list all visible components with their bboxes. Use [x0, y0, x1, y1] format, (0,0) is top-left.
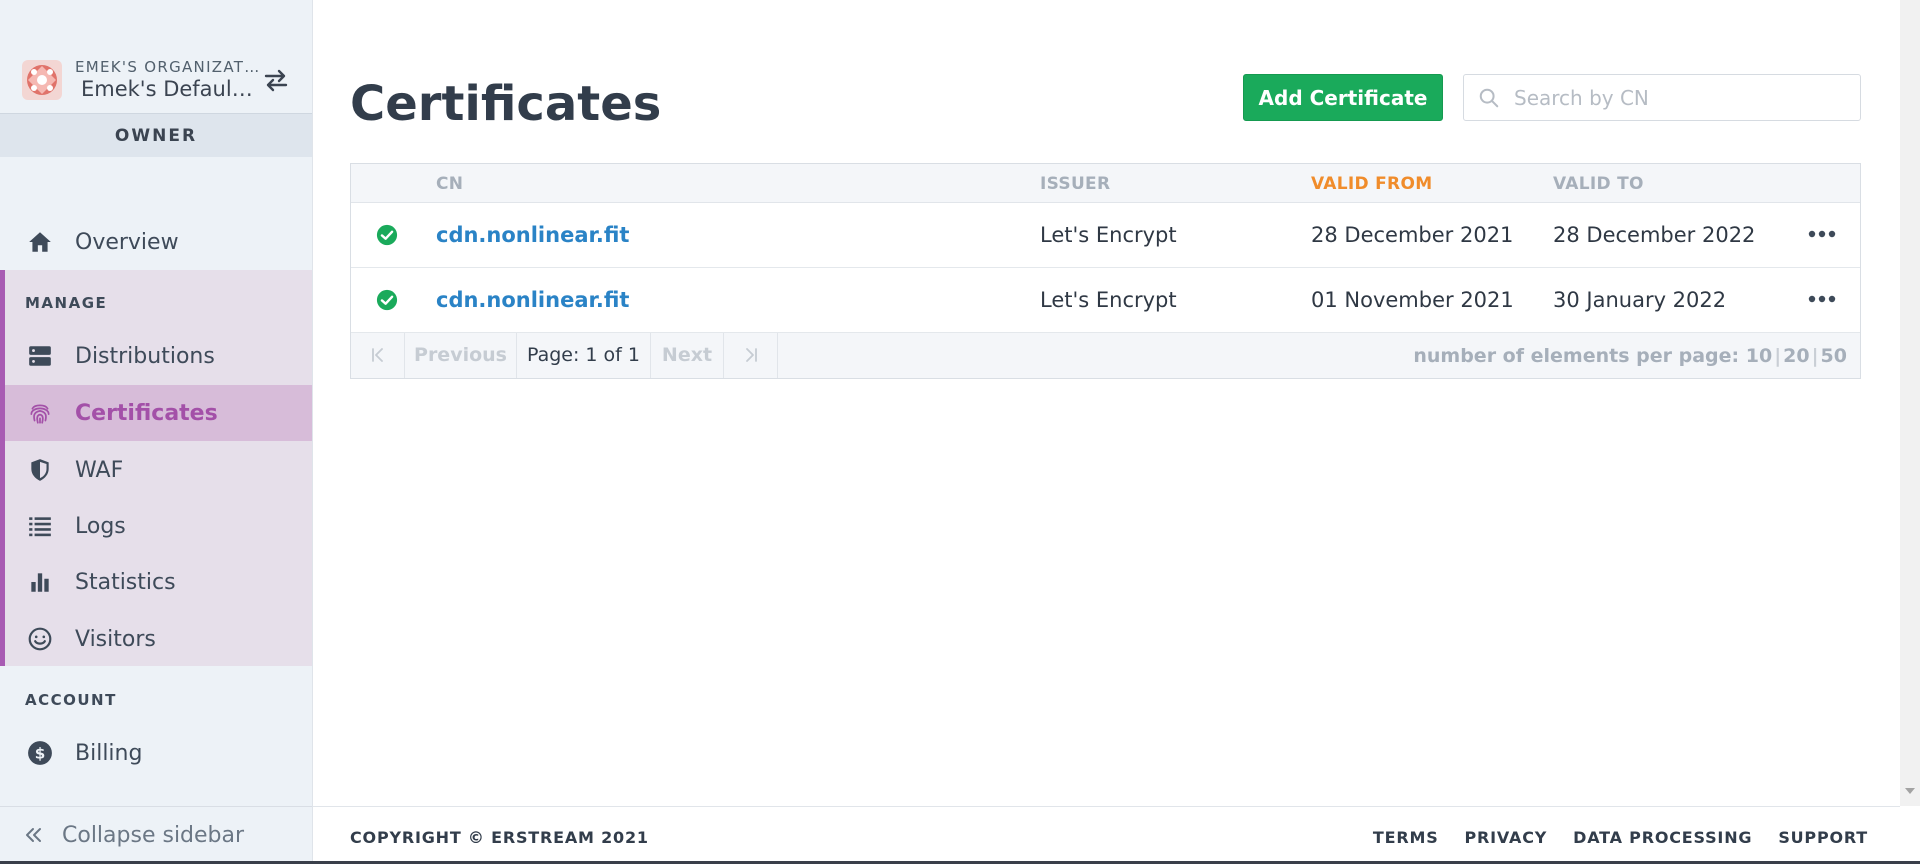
certificate-cn-link[interactable]: cdn.nonlinear.fit [436, 288, 629, 312]
org-logo-icon [22, 60, 62, 100]
certificates-table: CN ISSUER VALID FROM VALID TO cdn.nonlin… [350, 163, 1861, 379]
column-header-cn[interactable]: CN [436, 174, 463, 194]
per-page-option-20[interactable]: 20 [1783, 345, 1809, 367]
nav-certificates[interactable]: Certificates [5, 385, 312, 441]
collapse-sidebar-label: Collapse sidebar [62, 823, 245, 848]
manage-section-title: MANAGE [25, 294, 108, 312]
nav-overview[interactable]: Overview [0, 214, 312, 270]
footer-link-privacy[interactable]: PRIVACY [1465, 828, 1548, 847]
account-section-title: ACCOUNT [25, 691, 117, 709]
certificate-valid-to: 30 January 2022 [1553, 288, 1727, 312]
per-page-option-50[interactable]: 50 [1821, 345, 1847, 367]
certificate-cn-link[interactable]: cdn.nonlinear.fit [436, 223, 629, 247]
last-page-button[interactable] [724, 333, 778, 378]
sidebar: EMEK'S ORGANIZATION Emek's Default Proje… [0, 0, 313, 864]
next-page-button[interactable]: Next [651, 333, 724, 378]
collapse-sidebar-button[interactable]: Collapse sidebar [0, 806, 312, 864]
double-chevron-left-icon [26, 828, 41, 842]
footer-link-data-processing[interactable]: DATA PROCESSING [1573, 828, 1752, 847]
search-input[interactable] [1514, 75, 1854, 120]
last-page-icon [745, 348, 757, 362]
server-icon [26, 342, 54, 370]
footer: COPYRIGHT © ERSTREAM 2021 TERMS PRIVACY … [313, 806, 1900, 864]
fingerprint-icon [26, 399, 54, 427]
project-name: Emek's Default Project [81, 77, 259, 101]
nav-logs[interactable]: Logs [0, 498, 312, 554]
swap-arrows-icon[interactable] [262, 68, 290, 92]
home-icon [26, 228, 54, 256]
per-page-label: number of elements per page: [1413, 345, 1740, 367]
more-options-icon[interactable] [1804, 219, 1840, 249]
column-header-valid-from[interactable]: VALID FROM [1311, 174, 1432, 194]
list-icon [26, 512, 54, 540]
check-circle-icon [376, 289, 398, 311]
footer-links: TERMS PRIVACY DATA PROCESSING SUPPORT [1373, 828, 1868, 847]
certificate-valid-from: 28 December 2021 [1311, 223, 1514, 247]
shield-icon [26, 456, 54, 484]
svg-text:$: $ [35, 744, 46, 762]
certificate-valid-from: 01 November 2021 [1311, 288, 1514, 312]
check-circle-icon [376, 224, 398, 246]
nav-visitors[interactable]: Visitors [0, 611, 312, 667]
page-info: Page: 1 of 1 [517, 333, 651, 378]
footer-link-support[interactable]: SUPPORT [1778, 828, 1868, 847]
org-label: EMEK'S ORGANIZATION [75, 58, 260, 76]
nav-distributions-label: Distributions [75, 343, 215, 369]
nav-statistics[interactable]: Statistics [0, 554, 312, 610]
page-title: Certificates [350, 76, 662, 132]
vertical-scrollbar[interactable] [1900, 0, 1920, 806]
nav-statistics-label: Statistics [75, 569, 176, 595]
first-page-button[interactable] [351, 333, 405, 378]
nav-billing-label: Billing [75, 740, 143, 766]
nav-billing[interactable]: $ Billing [0, 725, 312, 781]
role-badge: OWNER [0, 113, 312, 157]
nav-visitors-label: Visitors [75, 626, 156, 652]
smiley-icon [26, 625, 54, 653]
certificate-issuer: Let's Encrypt [1040, 288, 1177, 312]
first-page-icon [371, 348, 383, 362]
per-page-option-10[interactable]: 10 [1746, 345, 1772, 367]
certificate-valid-to: 28 December 2022 [1553, 223, 1756, 247]
nav-waf-label: WAF [75, 457, 124, 483]
footer-link-terms[interactable]: TERMS [1373, 828, 1439, 847]
search-box[interactable] [1463, 74, 1861, 121]
nav-certificates-label: Certificates [75, 400, 218, 426]
nav-distributions[interactable]: Distributions [0, 328, 312, 384]
scroll-down-arrow-icon[interactable] [1905, 788, 1915, 794]
pagination-bar: Previous Page: 1 of 1 Next number of ele… [351, 333, 1860, 378]
nav-waf[interactable]: WAF [0, 442, 312, 498]
dollar-circle-icon: $ [26, 739, 54, 767]
more-options-icon[interactable] [1804, 284, 1840, 314]
nav-logs-label: Logs [75, 513, 126, 539]
add-certificate-button[interactable]: Add Certificate [1243, 74, 1443, 121]
bar-chart-icon [26, 568, 54, 596]
table-row: cdn.nonlinear.fit Let's Encrypt 01 Novem… [351, 268, 1860, 333]
nav-overview-label: Overview [75, 229, 179, 255]
table-header: CN ISSUER VALID FROM VALID TO [351, 164, 1860, 203]
per-page-selector: number of elements per page: 10 | 20 | 50 [1413, 345, 1847, 367]
org-switcher[interactable]: EMEK'S ORGANIZATION Emek's Default Proje… [0, 48, 312, 112]
search-icon [1479, 88, 1499, 108]
main-content: Certificates Add Certificate CN ISSUER V… [313, 0, 1900, 806]
certificate-issuer: Let's Encrypt [1040, 223, 1177, 247]
column-header-valid-to[interactable]: VALID TO [1553, 174, 1644, 194]
column-header-issuer[interactable]: ISSUER [1040, 174, 1110, 194]
previous-page-button[interactable]: Previous [405, 333, 517, 378]
table-row: cdn.nonlinear.fit Let's Encrypt 28 Decem… [351, 203, 1860, 268]
copyright-text: COPYRIGHT © ERSTREAM 2021 [350, 828, 649, 847]
